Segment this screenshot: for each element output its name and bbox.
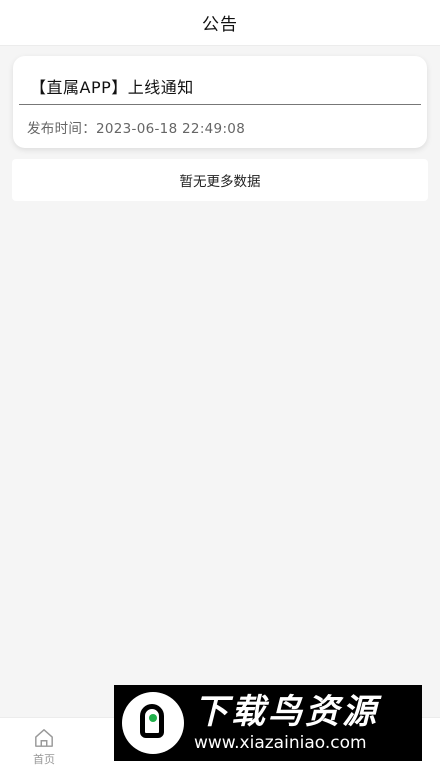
- notice-publish-time: 发布时间：2023-06-18 22:49:08: [27, 121, 246, 137]
- tab-home-label: 首页: [33, 753, 55, 766]
- watermark-url: www.xiazainiao.com: [194, 733, 367, 753]
- no-more-data-label: 暂无更多数据: [12, 159, 428, 201]
- page-title: 公告: [202, 15, 238, 35]
- notice-card[interactable]: 【直属APP】上线通知 发布时间：2023-06-18 22:49:08: [13, 56, 427, 148]
- watermark-name: 下载鸟资源: [194, 692, 379, 732]
- watermark-overlay: 下载鸟资源 www.xiazainiao.com: [114, 685, 422, 761]
- top-header: 公告: [0, 0, 440, 46]
- notice-divider: [19, 104, 421, 105]
- home-icon: [35, 729, 53, 747]
- bird-logo-icon: [122, 692, 184, 754]
- notice-title: 【直属APP】上线通知: [30, 78, 194, 97]
- tab-home[interactable]: 首页: [0, 718, 88, 770]
